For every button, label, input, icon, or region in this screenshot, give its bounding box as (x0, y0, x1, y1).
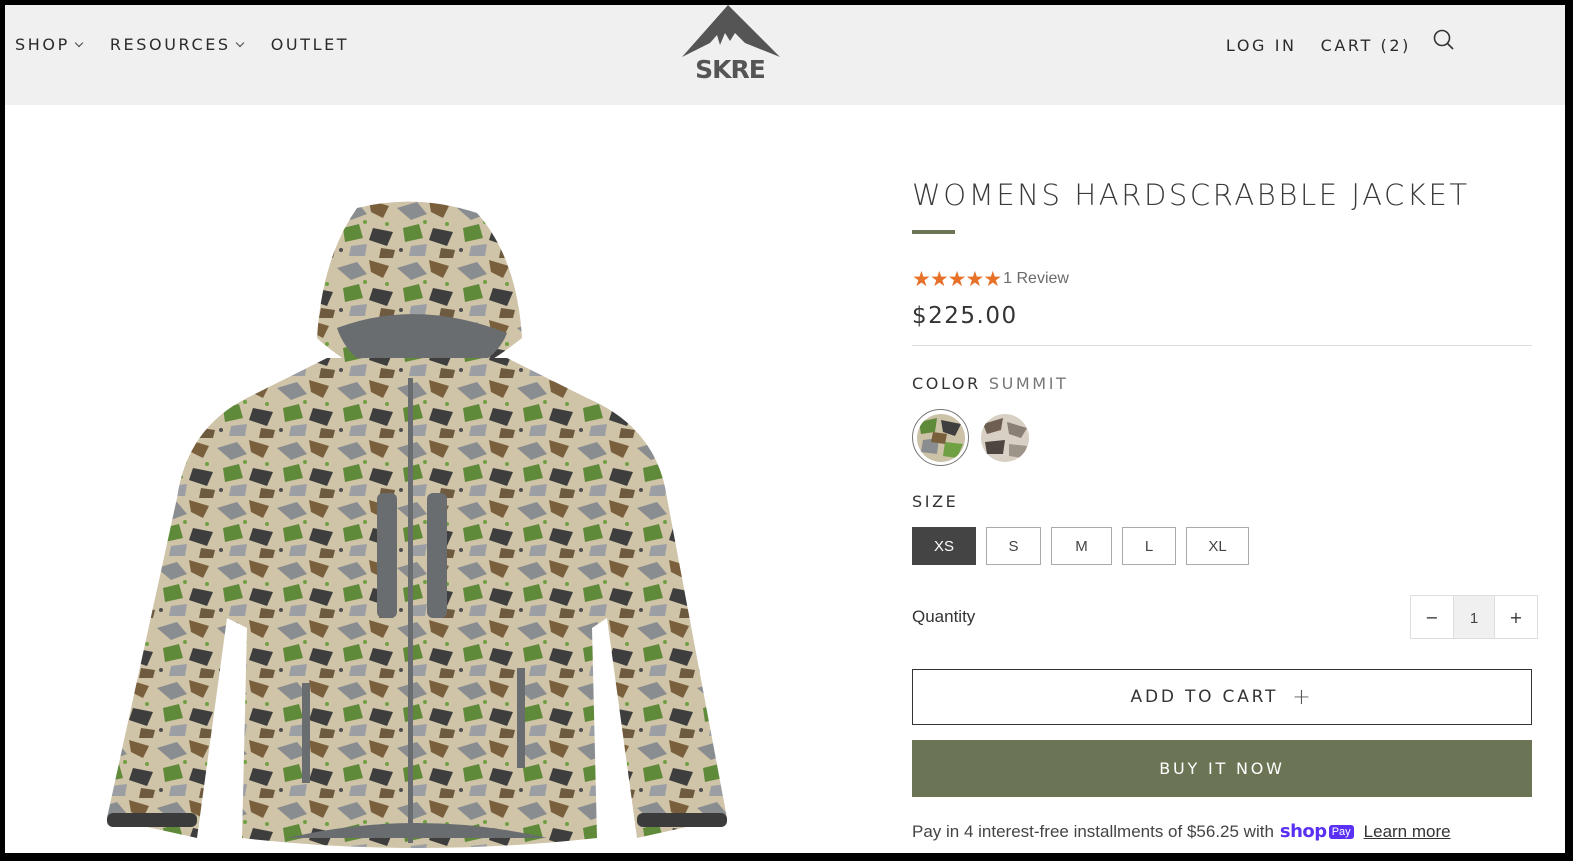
divider (912, 345, 1532, 346)
nav-resources[interactable]: RESOURCES (109, 35, 244, 54)
size-label: SIZE (912, 492, 959, 511)
shop-pay-badge: Pay (1328, 824, 1354, 839)
chevron-down-icon (235, 38, 244, 48)
review-count-link[interactable]: 1 Review (1003, 270, 1069, 288)
shop-pay-installments: Pay in 4 interest-free installments of $… (912, 821, 1532, 842)
swatch-alternate-image (981, 413, 1029, 462)
quantity-decrease-button[interactable]: − (1411, 596, 1453, 638)
logo-text: SKRE (695, 55, 765, 84)
swatch-summit-image (916, 413, 965, 462)
shop-pay-logo-icon: shop (1279, 821, 1327, 842)
nav-shop[interactable]: SHOP (15, 35, 84, 54)
size-xl-button[interactable]: XL (1186, 527, 1249, 565)
login-label: LOG IN (1225, 35, 1297, 55)
product-details: WOMENS HARDSCRABBLE JACKET ★ ★ ★ ★ ★ 1 R… (912, 175, 1538, 842)
size-l-button[interactable]: L (1122, 527, 1176, 565)
product-price: $225.00 (912, 303, 1018, 329)
site-header: SHOP RESOURCES OUTLET SKRE LOG IN CART (… (5, 5, 1565, 105)
quantity-row: Quantity − 1 + (912, 595, 1538, 639)
quantity-increase-button[interactable]: + (1495, 596, 1537, 638)
mountain-logo-icon: SKRE (682, 5, 780, 84)
login-link[interactable]: LOG IN (1226, 36, 1297, 55)
installments-text: Pay in 4 interest-free installments of $… (912, 821, 1274, 841)
product-title: WOMENS HARDSCRABBLE JACKET (912, 178, 1470, 212)
add-to-cart-label: ADD TO CART (1130, 687, 1279, 707)
selected-color-value: SUMMIT (988, 374, 1069, 393)
nav-resources-label: RESOURCES (109, 35, 231, 54)
color-label-row: COLOR SUMMIT (912, 374, 1532, 393)
learn-more-link[interactable]: Learn more (1364, 822, 1451, 842)
swatch-alternate[interactable] (977, 410, 1033, 466)
color-label: COLOR (912, 374, 981, 393)
buy-it-now-button[interactable]: BUY IT NOW (912, 740, 1532, 797)
cart-link[interactable]: CART (2) (1321, 36, 1411, 55)
buy-it-now-label: BUY IT NOW (1159, 759, 1285, 778)
star-icon: ★ (965, 267, 985, 291)
star-icon: ★ (947, 267, 967, 291)
size-options: XS S M L XL (912, 527, 1532, 565)
color-swatches (912, 409, 1532, 466)
quantity-input[interactable]: 1 (1453, 596, 1495, 638)
title-divider (912, 230, 955, 234)
quantity-label: Quantity (912, 607, 976, 626)
nav-outlet-label: OUTLET (270, 35, 350, 54)
nav-outlet[interactable]: OUTLET (271, 35, 349, 54)
camo-jacket-image (107, 201, 727, 848)
utility-nav: LOG IN CART (2) (1202, 29, 1455, 55)
nav-shop-label: SHOP (15, 35, 70, 54)
product-rating[interactable]: ★ ★ ★ ★ ★ 1 Review (912, 267, 1532, 291)
swatch-summit[interactable] (912, 409, 969, 466)
star-icon: ★ (912, 267, 931, 291)
size-m-button[interactable]: M (1051, 527, 1112, 565)
page-frame: SHOP RESOURCES OUTLET SKRE LOG IN CART (… (5, 5, 1565, 853)
quantity-stepper: − 1 + (1410, 595, 1538, 639)
add-to-cart-button[interactable]: ADD TO CART + (912, 669, 1532, 725)
size-xs-button[interactable]: XS (912, 527, 976, 565)
cart-label: CART (2) (1320, 35, 1411, 55)
plus-icon: + (1292, 684, 1314, 710)
size-s-button[interactable]: S (986, 527, 1041, 565)
site-logo[interactable]: SKRE (670, 5, 790, 85)
main-nav: SHOP RESOURCES OUTLET (15, 35, 377, 54)
star-icon: ★ (929, 267, 949, 291)
star-icon: ★ (983, 267, 1003, 291)
search-icon[interactable] (1433, 29, 1455, 55)
product-image[interactable] (97, 198, 737, 853)
chevron-down-icon (74, 38, 84, 48)
